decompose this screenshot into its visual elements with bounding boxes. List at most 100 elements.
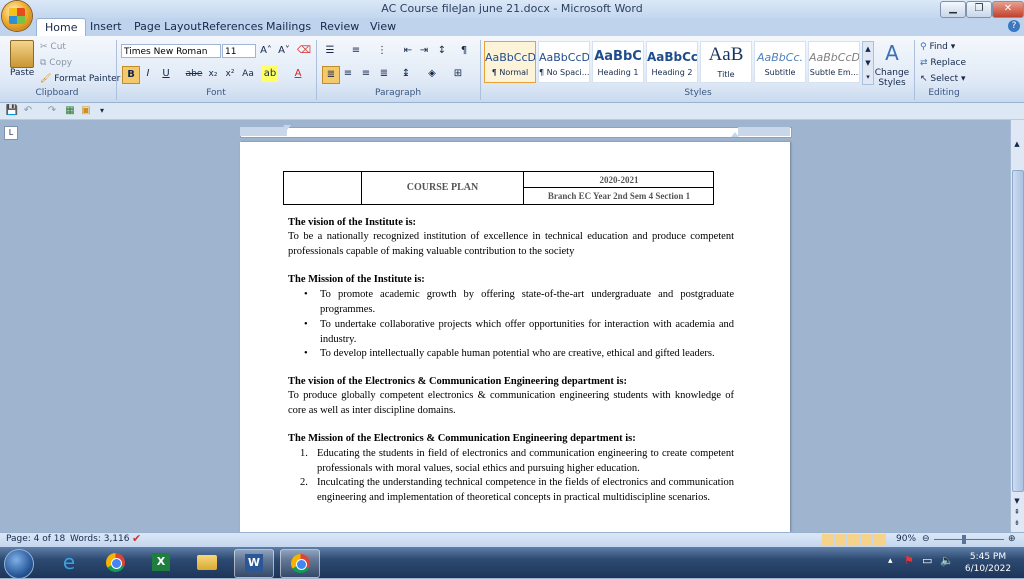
minimize-button[interactable]: ▁ xyxy=(940,1,966,18)
redo-icon[interactable]: ↷ xyxy=(44,103,60,119)
strikethrough-button[interactable]: abe xyxy=(184,66,204,82)
bullets-icon[interactable]: ☰ xyxy=(322,43,338,59)
help-icon[interactable]: ? xyxy=(1008,20,1020,32)
chrome-icon[interactable] xyxy=(96,549,134,576)
style-heading-2[interactable]: AaBbCc Heading 2 xyxy=(646,41,698,83)
clipboard-group-label: Clipboard xyxy=(35,88,79,98)
chrome-taskbar-icon[interactable] xyxy=(280,549,320,578)
internet-explorer-icon[interactable]: e xyxy=(50,549,88,576)
first-line-indent-marker[interactable] xyxy=(283,125,291,130)
font-name-box[interactable]: Times New Roman xyxy=(121,44,221,58)
open-folder-icon[interactable]: ▣ xyxy=(78,103,94,119)
bold-button[interactable]: B xyxy=(122,66,140,84)
zoom-out-icon[interactable]: ⊖ xyxy=(922,534,930,544)
window-title: AC Course fileJan june 21.docx - Microso… xyxy=(381,2,643,15)
undo-icon[interactable]: ↶ xyxy=(20,103,36,119)
document-page[interactable]: COURSE PLAN 2020-2021 Branch EC Year 2nd… xyxy=(240,142,790,532)
style-preview: AaBbCcDc xyxy=(809,51,859,64)
change-case-button[interactable]: Aa xyxy=(240,66,256,82)
underline-button[interactable]: U xyxy=(158,66,174,82)
change-styles-icon[interactable]: A xyxy=(880,42,904,64)
vision-dept-heading: The vision of the Electronics & Communic… xyxy=(288,376,628,387)
style-subtle-emphasis[interactable]: AaBbCcDc Subtle Em... xyxy=(808,41,860,83)
view-buttons[interactable] xyxy=(822,534,886,545)
tab-selector-icon[interactable]: L xyxy=(4,126,18,140)
mission-dept-heading: The Mission of the Electronics & Communi… xyxy=(288,433,636,444)
styles-group-label: Styles xyxy=(684,88,712,98)
copy-button[interactable]: ⧉ Copy xyxy=(40,58,72,68)
file-explorer-icon[interactable] xyxy=(188,549,226,576)
style-preview: AaBbCcDc xyxy=(539,51,589,64)
horizontal-ruler[interactable] xyxy=(240,127,792,138)
font-color-icon[interactable]: A xyxy=(290,66,306,82)
align-right-icon[interactable]: ≡ xyxy=(358,66,374,82)
align-center-icon[interactable]: ≡ xyxy=(340,66,356,82)
tab-mailings[interactable]: Mailings xyxy=(258,18,319,35)
page-count[interactable]: Page: 4 of 18 xyxy=(6,534,65,544)
zoom-level[interactable]: 90% xyxy=(896,534,916,544)
highlight-icon[interactable]: ab xyxy=(262,66,278,82)
excel-icon[interactable]: X xyxy=(142,549,180,576)
style-heading-1[interactable]: AaBbC Heading 1 xyxy=(592,41,644,83)
shrink-font-button[interactable]: A˅ xyxy=(276,43,292,59)
word-taskbar-icon[interactable]: W xyxy=(234,549,274,578)
sort-icon[interactable]: ↕ xyxy=(434,43,450,59)
subscript-button[interactable]: x₂ xyxy=(205,66,221,82)
shading-icon[interactable]: ◈ xyxy=(424,66,440,82)
proofing-icon[interactable]: ✔ xyxy=(132,532,141,545)
tab-home[interactable]: Home xyxy=(36,18,87,37)
network-icon[interactable]: ▭ xyxy=(922,554,932,567)
taskbar-clock[interactable]: 5:45 PM 6/10/2022 xyxy=(958,551,1018,575)
zoom-slider-thumb[interactable] xyxy=(962,535,966,544)
numbering-icon[interactable]: ≡ xyxy=(348,43,364,59)
start-button[interactable] xyxy=(4,549,34,579)
scrollbar-thumb[interactable] xyxy=(1012,170,1024,492)
align-left-icon[interactable]: ≣ xyxy=(376,66,392,82)
select-button[interactable]: ↖ Select ▾ xyxy=(920,74,966,84)
decrease-indent-icon[interactable]: ⇤ xyxy=(400,43,416,59)
style-name: ¶ No Spaci... xyxy=(539,68,589,77)
clear-formatting-icon[interactable]: ⌫ xyxy=(296,43,312,59)
cut-button[interactable]: ✂ Cut xyxy=(40,42,66,52)
change-styles-button[interactable]: Change Styles xyxy=(874,68,910,88)
multilevel-list-icon[interactable]: ⋮ xyxy=(374,43,390,59)
style-subtitle[interactable]: AaBbCc. Subtitle xyxy=(754,41,806,83)
find-button[interactable]: ⚲ Find ▾ xyxy=(920,42,955,52)
italic-button[interactable]: I xyxy=(140,66,156,82)
word-count[interactable]: Words: 3,116 xyxy=(70,534,129,544)
style-no-spacing[interactable]: AaBbCcDc ¶ No Spaci... xyxy=(538,41,590,83)
superscript-button[interactable]: x² xyxy=(222,66,238,82)
styles-scroll-arrows[interactable]: ▲ ▼ ▾ xyxy=(862,41,874,85)
format-painter-button[interactable]: 🖌 Format Painter xyxy=(40,74,120,84)
browse-object-icons[interactable]: ▼ ⇞ ⇟ xyxy=(1012,496,1022,530)
zoom-in-icon[interactable]: ⊕ xyxy=(1008,534,1016,544)
tray-expand-icon[interactable]: ▴ xyxy=(888,556,893,566)
scroll-up-icon[interactable]: ▲ xyxy=(1012,140,1022,150)
paste-button[interactable]: Paste xyxy=(10,68,34,78)
close-button[interactable]: ✕ xyxy=(992,1,1024,18)
save-icon[interactable]: 💾 xyxy=(4,103,20,119)
replace-button[interactable]: ⇄ Replace xyxy=(920,58,966,68)
tab-review[interactable]: Review xyxy=(312,18,367,35)
customize-qat-icon[interactable]: ▾ xyxy=(94,103,110,119)
align-justify-icon[interactable]: ≣ xyxy=(322,66,340,84)
tab-view[interactable]: View xyxy=(362,18,404,35)
right-indent-marker[interactable] xyxy=(731,132,739,137)
restore-button[interactable]: ❐ xyxy=(966,1,992,18)
volume-icon[interactable]: 🔈 xyxy=(940,554,954,567)
print-preview-icon[interactable]: ▦ xyxy=(62,103,78,119)
paste-icon[interactable] xyxy=(10,40,34,68)
increase-indent-icon[interactable]: ⇥ xyxy=(416,43,432,59)
line-spacing-icon[interactable]: ↨ xyxy=(398,66,414,82)
zoom-slider[interactable] xyxy=(934,539,1004,540)
show-formatting-button[interactable]: ¶ xyxy=(456,43,472,59)
action-center-icon[interactable]: ⚑ xyxy=(904,554,914,567)
borders-icon[interactable]: ⊞ xyxy=(450,66,466,82)
grow-font-button[interactable]: A˄ xyxy=(258,43,274,59)
course-plan-table: COURSE PLAN 2020-2021 Branch EC Year 2nd… xyxy=(283,171,714,205)
office-button[interactable] xyxy=(2,1,32,31)
font-size-box[interactable]: 11 xyxy=(222,44,256,58)
style-normal[interactable]: AaBbCcDc ¶ Normal xyxy=(484,41,536,83)
tab-insert[interactable]: Insert xyxy=(82,18,130,35)
style-title[interactable]: AaB Title xyxy=(700,41,752,83)
